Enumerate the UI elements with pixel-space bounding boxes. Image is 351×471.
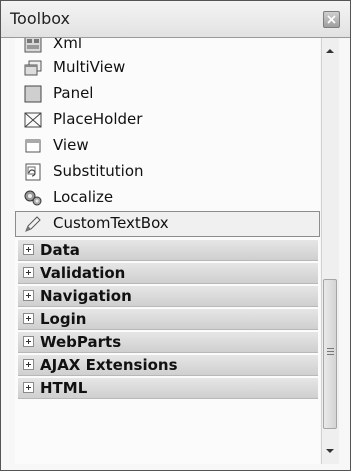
- expand-icon[interactable]: [23, 359, 34, 370]
- category-html[interactable]: HTML: [18, 378, 318, 399]
- category-label: AJAX Extensions: [40, 356, 178, 374]
- category-validation[interactable]: Validation: [18, 263, 318, 284]
- xml-icon: [24, 38, 42, 53]
- toolbox-item-label: PlaceHolder: [53, 110, 143, 128]
- toolbox-item-label: Panel: [53, 84, 94, 102]
- category-label: Data: [40, 241, 80, 259]
- toolbox-item-placeholder[interactable]: PlaceHolder: [15, 107, 320, 133]
- expand-icon[interactable]: [23, 382, 34, 393]
- category-navigation[interactable]: Navigation: [18, 286, 318, 307]
- customtextbox-icon: [25, 216, 41, 232]
- expand-icon[interactable]: [23, 313, 34, 324]
- close-button[interactable]: [323, 11, 340, 28]
- toolbox-item-label: Xml: [53, 38, 83, 52]
- category-label: Login: [40, 310, 87, 328]
- expand-icon[interactable]: [23, 244, 34, 255]
- substitution-icon: [25, 163, 41, 181]
- toolbox-item-localize[interactable]: Localize: [15, 185, 320, 211]
- grip-line: [327, 351, 334, 352]
- toolbox-title: Toolbox: [10, 9, 70, 28]
- toolbox-item-label: MultiView: [53, 58, 126, 76]
- toolbox-item-multiview[interactable]: MultiView: [15, 55, 320, 81]
- view-icon: [25, 139, 41, 153]
- category-label: Navigation: [40, 287, 132, 305]
- scroll-down-arrow-icon[interactable]: [326, 449, 334, 453]
- toolbox-panel: Toolbox Xml MultiView Panel PlaceHolder …: [0, 0, 351, 471]
- expand-icon[interactable]: [23, 267, 34, 278]
- category-label: HTML: [40, 379, 88, 397]
- category-data[interactable]: Data: [18, 240, 318, 261]
- placeholder-icon: [24, 112, 42, 128]
- localize-icon: [24, 190, 42, 206]
- close-icon: [327, 15, 336, 24]
- expand-icon[interactable]: [23, 290, 34, 301]
- grip-line: [327, 348, 334, 349]
- toolbox-item-panel[interactable]: Panel: [15, 81, 320, 107]
- toolbox-item-customtextbox[interactable]: CustomTextBox: [15, 211, 320, 237]
- multiview-icon: [24, 60, 42, 76]
- toolbox-list: Xml MultiView Panel PlaceHolder View Sub…: [15, 38, 320, 464]
- toolbox-item-view[interactable]: View: [15, 133, 320, 159]
- grip-line: [327, 354, 334, 355]
- toolbox-item-label: Localize: [53, 188, 114, 206]
- vertical-scrollbar[interactable]: [321, 38, 339, 464]
- toolbox-item-label: View: [53, 136, 89, 154]
- category-label: WebParts: [40, 333, 122, 351]
- toolbox-item-label: Substitution: [53, 162, 144, 180]
- scroll-up-arrow-icon[interactable]: [326, 49, 334, 53]
- category-webparts[interactable]: WebParts: [18, 332, 318, 353]
- category-login[interactable]: Login: [18, 309, 318, 330]
- expand-icon[interactable]: [23, 336, 34, 347]
- category-ajax-extensions[interactable]: AJAX Extensions: [18, 355, 318, 376]
- panel-icon: [24, 85, 42, 103]
- toolbox-titlebar: Toolbox: [1, 1, 350, 38]
- toolbox-item-label: CustomTextBox: [53, 214, 169, 232]
- scrollbar-thumb[interactable]: [323, 279, 337, 429]
- toolbox-item-substitution[interactable]: Substitution: [15, 159, 320, 185]
- category-label: Validation: [40, 264, 126, 282]
